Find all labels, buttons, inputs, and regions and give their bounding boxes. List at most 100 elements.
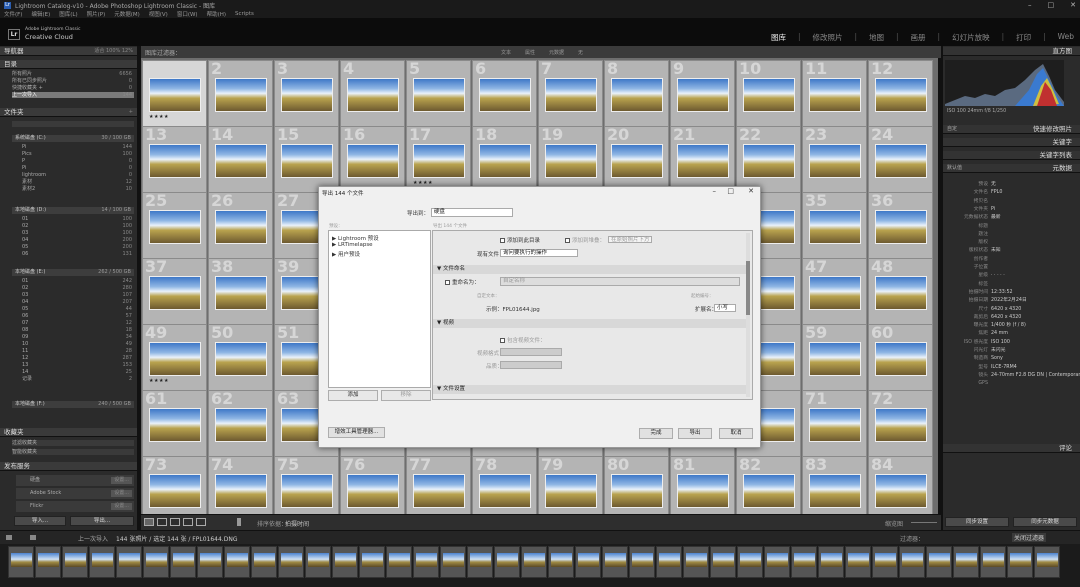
- menu-item[interactable]: 窗口(W): [177, 10, 198, 18]
- grid-cell[interactable]: 18: [472, 126, 537, 194]
- filmstrip-thumb[interactable]: [818, 546, 844, 578]
- volume-0[interactable]: 系统磁盘 (C:) 30 / 100 GB: [12, 135, 134, 142]
- photo-thumbnail[interactable]: [809, 408, 861, 442]
- grid-cell[interactable]: 7: [538, 60, 603, 128]
- volume-1[interactable]: 本地磁盘 (D:) 14 / 100 GB: [12, 207, 134, 214]
- minimize-icon[interactable]: –: [1028, 1, 1032, 9]
- grid-cell[interactable]: 49 ★★★★: [142, 324, 207, 392]
- photo-thumbnail[interactable]: [479, 474, 531, 508]
- filmstrip-thumb[interactable]: [1034, 546, 1060, 578]
- metadata-value[interactable]: ILCE-7RM4: [991, 364, 1017, 371]
- metadata-value[interactable]: 24-70mm F2.8 DG DN | Contemporary: [991, 372, 1080, 379]
- add-stack-checkbox[interactable]: [565, 238, 570, 243]
- volume-f[interactable]: 本地磁盘 (F:) 240 / 500 GB: [12, 401, 134, 408]
- quick-develop-preset[interactable]: 自定: [947, 125, 957, 134]
- section-file-settings[interactable]: ▼ 文件设置: [433, 385, 746, 394]
- photo-thumbnail[interactable]: [413, 474, 465, 508]
- publish-header[interactable]: 发布服务: [0, 462, 137, 471]
- metadata-value[interactable]: 6420 x 4320: [991, 314, 1021, 321]
- grid-cell[interactable]: 79: [538, 456, 603, 514]
- filmstrip-thumb[interactable]: [683, 546, 709, 578]
- grid-cell[interactable]: 84: [868, 456, 933, 514]
- grid-cell[interactable]: 48: [868, 258, 933, 326]
- photo-thumbnail[interactable]: [149, 342, 201, 376]
- keyword-list-header[interactable]: 关键字列表: [943, 151, 1080, 160]
- grid-cell[interactable]: 22: [736, 126, 801, 194]
- menu-item[interactable]: 视图(V): [149, 10, 168, 18]
- filmstrip-thumb[interactable]: [656, 546, 682, 578]
- folder-item[interactable]: 04 200: [22, 237, 134, 243]
- folder-item[interactable]: 08 18: [22, 327, 134, 333]
- folder-item[interactable]: 03 107: [22, 292, 134, 298]
- photo-thumbnail[interactable]: [149, 210, 201, 244]
- folder-item[interactable]: 06 57: [22, 313, 134, 319]
- filmstrip-thumb[interactable]: [143, 546, 169, 578]
- grid-cell[interactable]: 74: [208, 456, 273, 514]
- grid-cell[interactable]: 4: [340, 60, 405, 128]
- preset-folder[interactable]: ▶ LRTimelapse: [332, 242, 373, 248]
- grid-cell[interactable]: 72: [868, 390, 933, 458]
- publish-settings-button[interactable]: 设置...: [111, 490, 132, 497]
- filmstrip-thumb[interactable]: [197, 546, 223, 578]
- folder-item[interactable]: 07 12: [22, 320, 134, 326]
- filmstrip-filter-select[interactable]: 关闭过滤器: [1012, 533, 1047, 542]
- folder-item[interactable]: 01 242: [22, 278, 134, 284]
- filmstrip-thumb[interactable]: [548, 546, 574, 578]
- filmstrip-thumb[interactable]: [467, 546, 493, 578]
- filter-option-2[interactable]: 元数据: [549, 49, 564, 56]
- photo-thumbnail[interactable]: [149, 276, 201, 310]
- menu-item[interactable]: 照片(P): [87, 10, 106, 18]
- dialog-close-icon[interactable]: ✕: [748, 187, 754, 195]
- photo-thumbnail[interactable]: [809, 276, 861, 310]
- publish-item[interactable]: Adobe Stock 设置...: [16, 488, 134, 499]
- photo-thumbnail[interactable]: [809, 474, 861, 508]
- grid-cell[interactable]: 61: [142, 390, 207, 458]
- folder-item[interactable]: 12 287: [22, 355, 134, 361]
- navigator-zoom-options[interactable]: 适合 100% 12%: [94, 47, 133, 56]
- photo-thumbnail[interactable]: [215, 78, 267, 112]
- photo-thumbnail[interactable]: [875, 408, 927, 442]
- grid-cell[interactable]: 13: [142, 126, 207, 194]
- dialog-maximize-icon[interactable]: □: [727, 187, 734, 195]
- menu-item[interactable]: 帮助(H): [207, 10, 226, 18]
- compare-view-icon[interactable]: [170, 518, 180, 526]
- filter-option-0[interactable]: 文本: [501, 49, 511, 56]
- collection-item[interactable]: 智能收藏夹: [12, 449, 134, 455]
- grid-cell[interactable]: 12: [868, 60, 933, 128]
- grid-cell[interactable]: 8: [604, 60, 669, 128]
- scrollbar-track[interactable]: [746, 233, 750, 397]
- grid-cell[interactable]: 60: [868, 324, 933, 392]
- grid-cell[interactable]: 24: [868, 126, 933, 194]
- sync-metadata-button[interactable]: 同步元数据: [1013, 517, 1077, 527]
- add-preset-button[interactable]: 添加: [328, 390, 378, 401]
- preset-list[interactable]: ▶ Lightroom 预设 ▶ LRTimelapse ▶ 用户预设: [328, 230, 431, 388]
- folder-item[interactable]: 04 207: [22, 299, 134, 305]
- grid-cell[interactable]: 38: [208, 258, 273, 326]
- grid-cell[interactable]: 81: [670, 456, 735, 514]
- photo-thumbnail[interactable]: [677, 144, 729, 178]
- metadata-value[interactable]: 未知: [991, 247, 1001, 254]
- photo-thumbnail[interactable]: [677, 474, 729, 508]
- filmstrip-thumb[interactable]: [980, 546, 1006, 578]
- filmstrip-thumb[interactable]: [899, 546, 925, 578]
- photo-thumbnail[interactable]: [875, 276, 927, 310]
- preset-folder[interactable]: ▶ 用户预设: [332, 250, 360, 258]
- photo-thumbnail[interactable]: [413, 144, 465, 178]
- filmstrip-thumb[interactable]: [521, 546, 547, 578]
- menu-item[interactable]: 图库(L): [59, 10, 77, 18]
- include-video-checkbox[interactable]: [500, 338, 505, 343]
- grid-cell[interactable]: 80: [604, 456, 669, 514]
- grid-cell[interactable]: 77: [406, 456, 471, 514]
- folder-item[interactable]: Pi 0: [22, 165, 134, 171]
- folder-item[interactable]: P0: [22, 158, 134, 164]
- filmstrip-thumb[interactable]: [62, 546, 88, 578]
- metadata-value[interactable]: FPL0: [991, 189, 1002, 196]
- scrollbar-thumb[interactable]: [746, 261, 750, 315]
- grid-cell[interactable]: 10: [736, 60, 801, 128]
- export-to-select[interactable]: 硬盘: [431, 208, 513, 217]
- photo-thumbnail[interactable]: [479, 144, 531, 178]
- quick-develop-header[interactable]: 快速修改照片 自定: [943, 125, 1080, 134]
- keywording-header[interactable]: 关键字: [943, 138, 1080, 147]
- existing-select[interactable]: 询问要执行的操作: [500, 249, 578, 257]
- filmstrip-thumb[interactable]: [224, 546, 250, 578]
